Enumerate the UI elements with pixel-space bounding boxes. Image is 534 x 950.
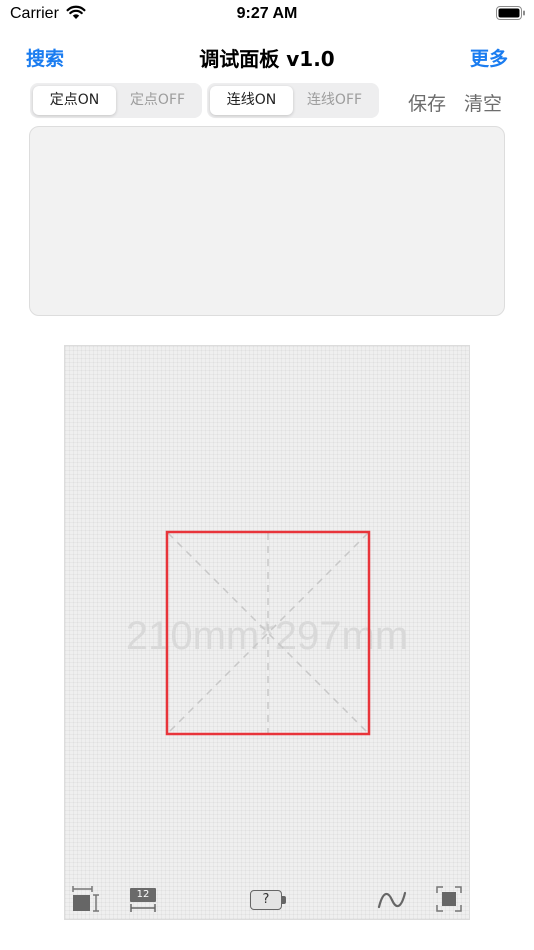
log-text-area[interactable] (29, 126, 505, 316)
more-button[interactable]: 更多 (470, 44, 508, 71)
curve-icon[interactable] (377, 889, 407, 911)
line-on-option[interactable]: 连线ON (210, 86, 293, 115)
help-label: ? (250, 890, 282, 910)
clear-button[interactable]: 清空 (464, 89, 502, 116)
drawing-canvas[interactable]: 210mm*297mm 12 ? (64, 345, 470, 920)
point-off-option[interactable]: 定点OFF (116, 86, 199, 115)
battery-icon (496, 6, 525, 20)
save-button[interactable]: 保存 (408, 89, 446, 116)
battery-tip (282, 896, 286, 904)
width-ruler-icon (130, 904, 156, 912)
screen: Carrier 9:27 AM 搜索 调试面板 v1.0 更多 定点ON 定点O… (0, 0, 534, 950)
font-size-value: 12 (130, 888, 156, 902)
page-title: 调试面板 v1.0 (199, 47, 335, 71)
line-mode-segment: 连线ON 连线OFF (207, 83, 379, 118)
font-size-icon[interactable]: 12 (130, 888, 156, 912)
target-frame (165, 530, 371, 736)
size-adjust-icon[interactable] (72, 886, 100, 912)
line-off-option[interactable]: 连线OFF (293, 86, 376, 115)
point-on-option[interactable]: 定点ON (33, 86, 116, 115)
point-mode-segment: 定点ON 定点OFF (30, 83, 202, 118)
fit-frame-icon[interactable] (436, 886, 462, 912)
status-bar: Carrier 9:27 AM (0, 0, 534, 30)
clock: 9:27 AM (236, 5, 298, 22)
help-battery-icon[interactable]: ? (250, 890, 286, 910)
